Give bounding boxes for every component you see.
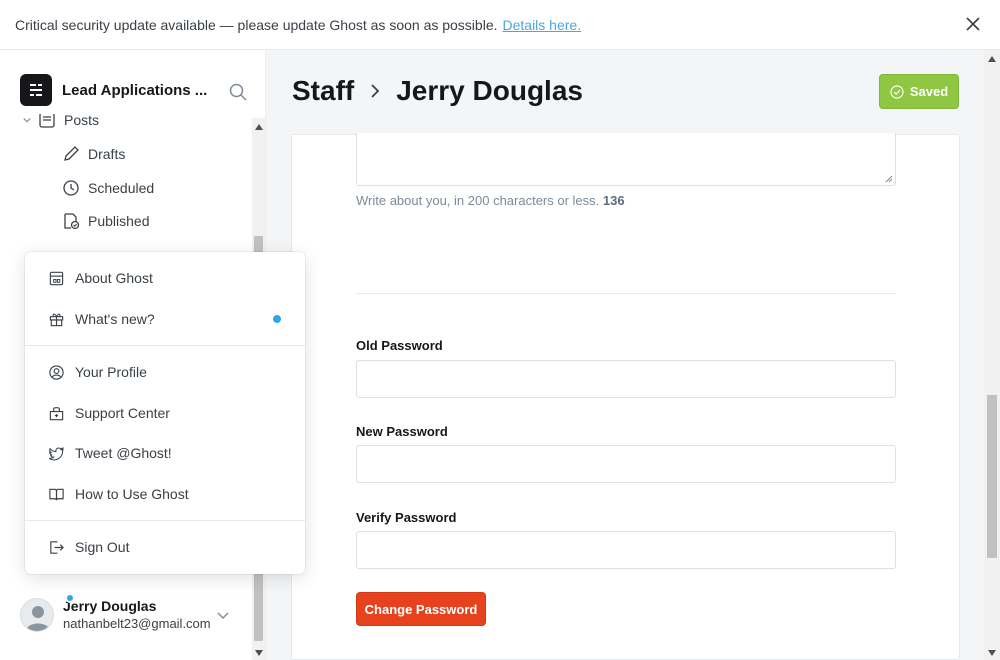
menu-item-how-to-use[interactable]: How to Use Ghost xyxy=(25,474,305,514)
sidebar-item-drafts[interactable]: Drafts xyxy=(62,145,125,163)
twitter-icon xyxy=(48,446,64,460)
profile-card: Write about you, in 200 characters or le… xyxy=(291,133,960,660)
bio-hint: Write about you, in 200 characters or le… xyxy=(356,193,625,208)
resize-grip-icon xyxy=(885,175,893,183)
saved-label: Saved xyxy=(909,84,949,99)
support-icon xyxy=(49,406,64,420)
old-password-label: Old Password xyxy=(356,338,443,353)
site-header[interactable]: Lead Applications ... xyxy=(20,74,214,106)
change-password-button[interactable]: Change Password xyxy=(356,592,486,626)
store-icon xyxy=(49,271,64,285)
clock-icon xyxy=(63,180,79,196)
menu-item-your-profile[interactable]: Your Profile xyxy=(25,352,305,392)
scroll-up-icon[interactable] xyxy=(255,124,263,130)
old-password-field[interactable] xyxy=(356,360,896,398)
menu-item-label: About Ghost xyxy=(75,270,153,286)
sign-out-icon xyxy=(50,540,64,554)
update-banner: Critical security update available — ple… xyxy=(0,0,1000,50)
scroll-up-icon[interactable] xyxy=(988,56,996,62)
sidebar-item-label: Posts xyxy=(64,114,100,128)
new-password-label: New Password xyxy=(356,424,448,439)
sidebar-item-label: Published xyxy=(88,213,150,229)
user-name: Jerry Douglas xyxy=(63,598,157,614)
user-dropdown-menu: About Ghost What's new? Your Profile Sup… xyxy=(25,252,305,574)
menu-divider xyxy=(25,345,305,346)
sidebar-item-published[interactable]: Published xyxy=(62,212,150,230)
site-logo-icon xyxy=(20,74,52,106)
banner-message: Critical security update available — ple… xyxy=(15,16,498,33)
menu-item-label: Your Profile xyxy=(75,364,147,380)
chevron-right-icon xyxy=(371,84,380,98)
sidebar-item-label: Drafts xyxy=(88,146,126,162)
breadcrumb: Staff Jerry Douglas xyxy=(292,75,583,107)
sidebar-item-label: Scheduled xyxy=(88,180,155,196)
main-scrollbar[interactable] xyxy=(984,50,1000,660)
menu-item-label: What's new? xyxy=(75,311,155,327)
menu-item-tweet-ghost[interactable]: Tweet @Ghost! xyxy=(25,433,305,473)
user-circle-icon xyxy=(49,364,64,380)
verify-password-field[interactable] xyxy=(356,531,896,569)
menu-item-sign-out[interactable]: Sign Out xyxy=(25,527,305,567)
scrollbar-thumb[interactable] xyxy=(987,395,997,558)
chevron-down-icon xyxy=(217,612,229,619)
book-icon xyxy=(49,488,64,500)
close-icon[interactable] xyxy=(964,15,982,33)
bio-hint-text: Write about you, in 200 characters or le… xyxy=(356,193,600,208)
menu-item-label: How to Use Ghost xyxy=(75,486,189,502)
saved-button[interactable]: Saved xyxy=(879,74,959,109)
avatar xyxy=(20,598,54,632)
new-password-field[interactable] xyxy=(356,445,896,483)
scroll-down-icon[interactable] xyxy=(988,650,996,656)
menu-item-label: Sign Out xyxy=(75,539,130,555)
notification-dot xyxy=(65,593,75,603)
sidebar-item-posts[interactable]: Posts xyxy=(22,114,99,129)
bio-char-count: 136 xyxy=(602,193,625,208)
search-icon[interactable] xyxy=(228,82,248,102)
published-icon xyxy=(64,213,80,230)
verify-password-label: Verify Password xyxy=(356,510,457,525)
banner-details-link[interactable]: Details here. xyxy=(503,17,582,33)
menu-divider xyxy=(25,520,305,521)
page-title: Jerry Douglas xyxy=(396,75,583,106)
sidebar-item-scheduled[interactable]: Scheduled xyxy=(62,179,154,197)
breadcrumb-staff-link[interactable]: Staff xyxy=(292,75,354,107)
user-email: nathanbelt23@gmail.com xyxy=(63,616,211,631)
user-menu-toggle[interactable]: Jerry Douglas nathanbelt23@gmail.com xyxy=(20,590,245,640)
new-indicator-dot xyxy=(273,315,281,323)
menu-item-label: Tweet @Ghost! xyxy=(75,445,172,461)
section-divider xyxy=(356,293,896,294)
bio-textarea[interactable] xyxy=(356,133,896,186)
menu-item-support-center[interactable]: Support Center xyxy=(25,393,305,433)
scroll-down-icon[interactable] xyxy=(255,650,263,656)
check-circle-icon xyxy=(890,84,904,99)
site-name: Lead Applications ... xyxy=(62,81,208,99)
menu-item-label: Support Center xyxy=(75,405,170,421)
pencil-icon xyxy=(64,146,79,161)
posts-icon xyxy=(39,114,55,128)
user-avatar-icon xyxy=(26,606,50,631)
menu-item-about-ghost[interactable]: About Ghost xyxy=(25,258,305,298)
chevron-down-icon xyxy=(23,117,31,123)
gift-icon xyxy=(49,313,64,326)
main-content: Staff Jerry Douglas Saved Write about yo… xyxy=(266,50,1000,660)
menu-item-whats-new[interactable]: What's new? xyxy=(25,299,305,339)
